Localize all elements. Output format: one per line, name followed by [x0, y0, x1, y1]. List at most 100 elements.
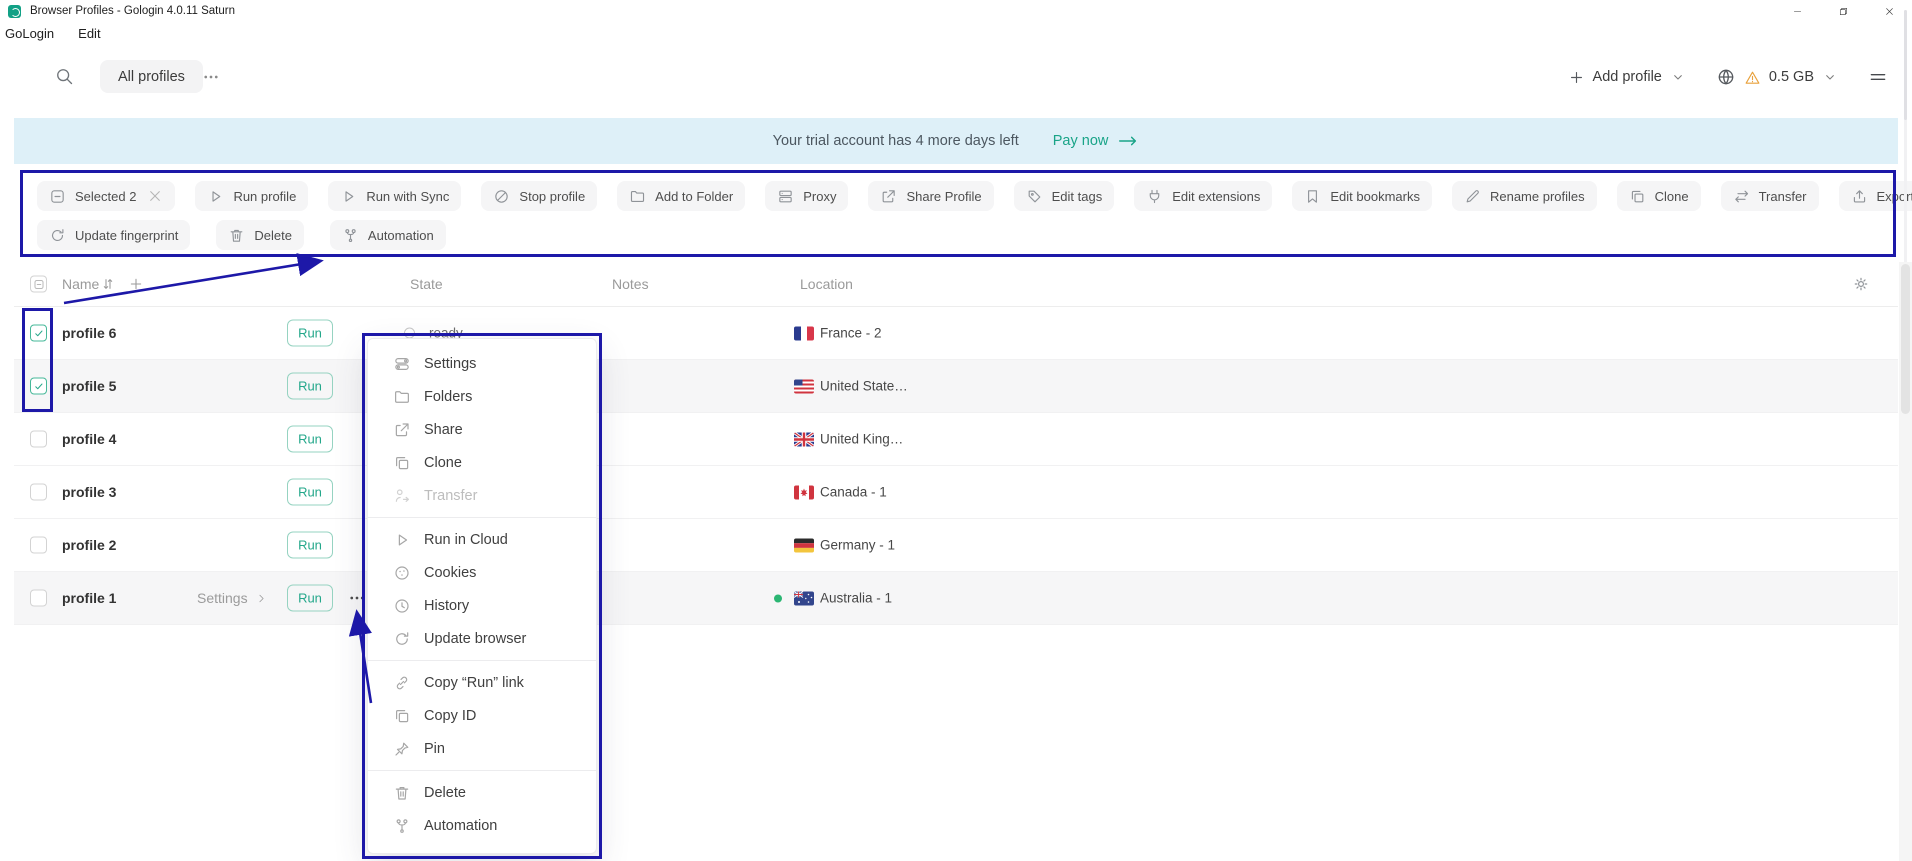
online-dot-slot	[774, 329, 782, 337]
add-to-folder-button[interactable]: Add to Folder	[617, 181, 745, 211]
copy-icon	[393, 454, 411, 472]
profile-name: profile 4	[62, 431, 116, 447]
online-dot-slot	[774, 541, 782, 549]
play-icon	[393, 531, 411, 549]
run-button[interactable]: Run	[287, 373, 333, 400]
proxy-button[interactable]: Proxy	[765, 181, 848, 211]
run-button[interactable]: Run	[287, 585, 333, 612]
tab-all-profiles[interactable]: All profiles	[100, 60, 203, 93]
united-states-flag-icon	[794, 379, 814, 393]
run-profile-button[interactable]: Run profile	[195, 181, 308, 211]
clone-button[interactable]: Clone	[1617, 181, 1701, 211]
menu-edit[interactable]: Edit	[78, 26, 100, 41]
table-row-profile-3[interactable]: profile 3 Run Canada - 1	[14, 466, 1898, 519]
run-button[interactable]: Run	[287, 532, 333, 559]
menu-item-folders[interactable]: Folders	[368, 380, 596, 413]
pay-now-link[interactable]: Pay now	[1053, 133, 1140, 149]
menu-separator	[368, 660, 596, 661]
globe-icon	[1716, 67, 1736, 87]
select-all-checkbox[interactable]	[30, 276, 47, 293]
add-profile-button[interactable]: Add profile	[1568, 69, 1686, 86]
canada-flag-icon	[794, 485, 814, 499]
profile-name: profile 6	[62, 325, 116, 341]
search-icon[interactable]	[54, 66, 74, 86]
stop-profile-button[interactable]: Stop profile	[481, 181, 597, 211]
online-dot-slot	[774, 435, 782, 443]
context-menu-scrollbar-thumb[interactable]	[1904, 10, 1907, 120]
automation-button[interactable]: Automation	[330, 220, 446, 250]
share-profile-button[interactable]: Share Profile	[868, 181, 993, 211]
edit-extensions-button[interactable]: Edit extensions	[1134, 181, 1272, 211]
column-state: State	[410, 276, 443, 292]
app-menubar: GoLogin Edit	[0, 22, 1912, 44]
gear-icon[interactable]	[1852, 275, 1870, 293]
sliders-icon	[393, 355, 411, 373]
table-row-profile-6[interactable]: profile 6 Run ready France - 2	[14, 307, 1898, 360]
edit-bookmarks-button[interactable]: Edit bookmarks	[1292, 181, 1432, 211]
settings-link[interactable]: Settings	[197, 590, 268, 606]
minimize-button[interactable]	[1774, 0, 1820, 22]
refresh-icon	[393, 630, 411, 648]
menu-item-cookies[interactable]: Cookies	[368, 556, 596, 589]
restore-button[interactable]	[1820, 0, 1866, 22]
online-dot-slot	[774, 488, 782, 496]
sort-icon[interactable]	[100, 276, 116, 292]
menu-item-clone[interactable]: Clone	[368, 446, 596, 479]
row-checkbox[interactable]	[30, 431, 47, 448]
menu-item-automation[interactable]: Automation	[368, 809, 596, 842]
row-checkbox[interactable]	[30, 378, 47, 395]
profile-name: profile 3	[62, 484, 116, 500]
menu-item-copy-run-link[interactable]: Copy “Run” link	[368, 666, 596, 699]
update-fingerprint-button[interactable]: Update fingerprint	[37, 220, 190, 250]
close-icon[interactable]	[147, 188, 163, 204]
menu-separator	[368, 517, 596, 518]
ellipsis-icon[interactable]	[202, 68, 220, 86]
page-scrollbar-thumb[interactable]	[1901, 264, 1910, 414]
run-with-sync-button[interactable]: Run with Sync	[328, 181, 461, 211]
app-logo-icon	[8, 5, 21, 18]
chevron-down-icon	[1670, 69, 1686, 85]
menu-icon[interactable]	[1868, 67, 1888, 87]
menu-gologin[interactable]: GoLogin	[5, 26, 54, 41]
menu-item-share[interactable]: Share	[368, 413, 596, 446]
share-icon	[880, 188, 897, 205]
transfer-button[interactable]: Transfer	[1721, 181, 1819, 211]
run-button[interactable]: Run	[287, 320, 333, 347]
state-ring-icon	[404, 328, 415, 339]
table-row-profile-4[interactable]: profile 4 Run United King…	[14, 413, 1898, 466]
export-profiles-button[interactable]: Export profiles	[1839, 181, 1912, 211]
user-transfer-icon	[393, 487, 411, 505]
row-checkbox[interactable]	[30, 537, 47, 554]
row-more-actions-icon[interactable]	[348, 589, 366, 607]
menu-item-history[interactable]: History	[368, 589, 596, 622]
menu-item-pin[interactable]: Pin	[368, 732, 596, 765]
storage-indicator[interactable]: 0.5 GB	[1716, 67, 1838, 87]
play-icon	[207, 188, 224, 205]
menu-item-update-browser[interactable]: Update browser	[368, 622, 596, 655]
pencil-icon	[1464, 188, 1481, 205]
delete-button[interactable]: Delete	[216, 220, 304, 250]
row-checkbox[interactable]	[30, 590, 47, 607]
profile-context-menu: Settings Folders Share Clone Transfer Ru…	[367, 338, 597, 854]
menu-item-run-in-cloud[interactable]: Run in Cloud	[368, 523, 596, 556]
menu-item-delete[interactable]: Delete	[368, 776, 596, 809]
run-button[interactable]: Run	[287, 426, 333, 453]
page-scrollbar[interactable]	[1899, 262, 1912, 861]
menu-item-settings[interactable]: Settings	[368, 347, 596, 380]
row-checkbox[interactable]	[30, 484, 47, 501]
trial-message: Your trial account has 4 more days left	[773, 133, 1019, 149]
run-button[interactable]: Run	[287, 479, 333, 506]
column-notes: Notes	[612, 276, 649, 292]
row-checkbox[interactable]	[30, 325, 47, 342]
column-name[interactable]: Name	[62, 276, 99, 292]
rename-profiles-button[interactable]: Rename profiles	[1452, 181, 1597, 211]
selection-toolbar: Selected 2 Run profile Run with Sync Sto…	[20, 170, 1896, 257]
menu-item-copy-id[interactable]: Copy ID	[368, 699, 596, 732]
table-row-profile-5[interactable]: profile 5 Run United State…	[14, 360, 1898, 413]
table-row-profile-1[interactable]: profile 1 Settings Run Australia - 1	[14, 572, 1898, 625]
trash-icon	[393, 784, 411, 802]
table-row-profile-2[interactable]: profile 2 Run Germany - 1	[14, 519, 1898, 572]
plus-icon[interactable]	[128, 276, 144, 292]
edit-tags-button[interactable]: Edit tags	[1014, 181, 1115, 211]
selected-count-pill[interactable]: Selected 2	[37, 181, 175, 211]
